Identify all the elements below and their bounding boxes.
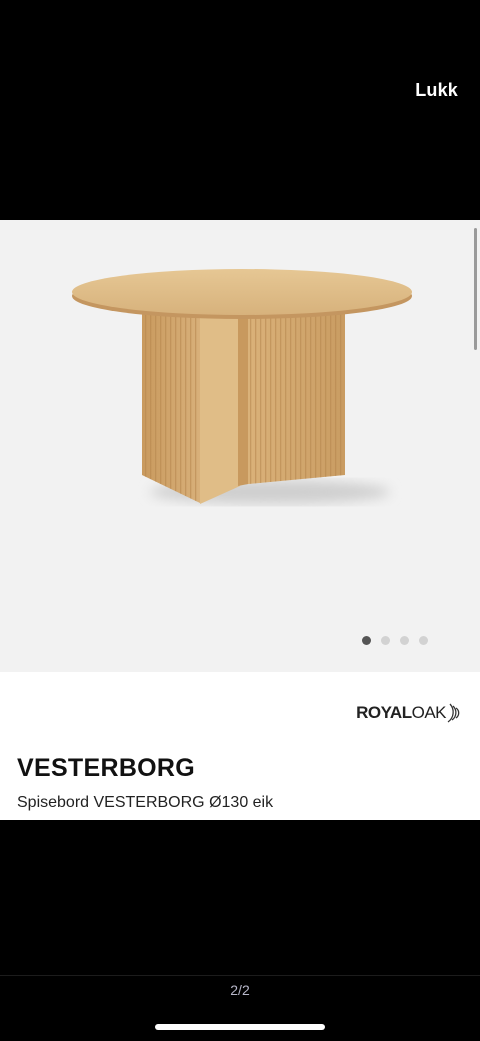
brand-arc-icon bbox=[447, 703, 460, 723]
brand-logo: ROYALOAK bbox=[356, 702, 462, 724]
product-card: ROYALOAK VESTERBORG Spisebord VESTERBORG… bbox=[0, 220, 480, 820]
scrollbar[interactable] bbox=[474, 228, 477, 350]
carousel-dots bbox=[362, 636, 428, 645]
product-image bbox=[72, 269, 412, 504]
carousel-dot-2[interactable] bbox=[381, 636, 390, 645]
home-indicator[interactable] bbox=[155, 1024, 325, 1030]
product-title: VESTERBORG bbox=[17, 754, 196, 782]
page-indicator: 2/2 bbox=[230, 982, 250, 998]
product-image-carousel[interactable] bbox=[0, 220, 480, 672]
close-button[interactable]: Lukk bbox=[415, 80, 458, 101]
product-subtitle: Spisebord VESTERBORG Ø130 eik bbox=[17, 794, 274, 811]
carousel-dot-3[interactable] bbox=[400, 636, 409, 645]
carousel-dot-1[interactable] bbox=[362, 636, 371, 645]
pager: 2/2 bbox=[0, 975, 480, 998]
carousel-dot-4[interactable] bbox=[419, 636, 428, 645]
product-info: ROYALOAK VESTERBORG Spisebord VESTERBORG… bbox=[0, 672, 480, 820]
brand-logo-part1: ROYAL bbox=[356, 703, 412, 722]
brand-logo-part2: OAK bbox=[411, 703, 447, 722]
